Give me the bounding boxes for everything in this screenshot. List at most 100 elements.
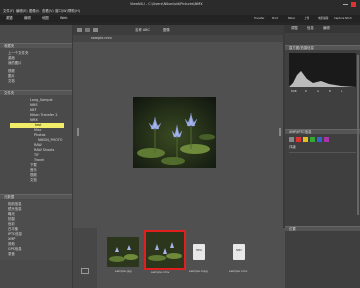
- tree-item[interactable]: RAW: [34, 143, 42, 147]
- metadata-item[interactable]: GPS信息: [8, 247, 22, 251]
- tab-info[interactable]: 信息: [307, 26, 314, 30]
- thumb-label: sample.nmv: [151, 270, 170, 274]
- rating-label: 评级: [289, 145, 296, 149]
- folder-tree: Long_Sample NMS NEF Nikon Transfer 2 NMX…: [0, 96, 72, 196]
- full-view-icon[interactable]: [93, 28, 98, 32]
- tab-web[interactable]: Web: [60, 16, 67, 20]
- library-item[interactable]: 图片: [8, 74, 15, 78]
- menu-edit[interactable]: 编辑(E): [16, 9, 28, 13]
- menu-help[interactable]: 帮助(H): [68, 9, 80, 13]
- library-item[interactable]: 视频: [8, 69, 15, 73]
- label-green-icon[interactable]: [310, 137, 315, 142]
- favorites-header[interactable]: 收藏夹: [0, 43, 72, 48]
- grid-view-icon[interactable]: [77, 28, 82, 32]
- sort-select[interactable]: 名称 ABC: [135, 28, 150, 32]
- metadata-item[interactable]: 白平衡: [8, 227, 18, 231]
- camera-icon[interactable]: [81, 268, 89, 274]
- filmstrip-thumb-selected[interactable]: [144, 230, 186, 270]
- tree-item[interactable]: 文档: [30, 178, 37, 182]
- tree-item[interactable]: Nikon Transfer 2: [30, 113, 58, 117]
- filmstrip-view-icon[interactable]: [85, 28, 90, 32]
- label-purple-icon[interactable]: [324, 137, 329, 142]
- histogram-channel[interactable]: B: [329, 90, 331, 94]
- menu-view[interactable]: 查看(V): [42, 9, 54, 13]
- label-none-icon[interactable]: [289, 137, 294, 142]
- histogram-channel[interactable]: RGB: [291, 90, 297, 94]
- view-select[interactable]: 图像: [163, 28, 170, 32]
- metadata-item[interactable]: 录音: [8, 252, 15, 256]
- right-panel: 调整 信息 编辑 直方图/拍摄信息 RGB R G B L XMP/IPTC信息…: [285, 25, 360, 288]
- xmp-header[interactable]: XMP/IPTC信息: [285, 129, 360, 134]
- favorite-item[interactable]: 我的图片: [8, 61, 22, 65]
- tree-item[interactable]: 音乐: [30, 168, 37, 172]
- histogram-channel[interactable]: L: [341, 90, 342, 94]
- prev-arrow-icon[interactable]: [77, 128, 79, 136]
- thumb-label: sample.jpg: [115, 269, 132, 273]
- nikon-button[interactable]: Nikon: [288, 17, 295, 21]
- label-blue-icon[interactable]: [317, 137, 322, 142]
- favorite-item[interactable]: 桌面: [8, 56, 15, 60]
- left-panel: 收藏夹 上一个文件夹 桌面 我的图片 视频 图片 文档 文件夹 Long_Sam…: [0, 25, 72, 288]
- movie-edit-button[interactable]: 电影编辑: [318, 17, 328, 21]
- filmstrip-thumb[interactable]: [107, 237, 139, 267]
- tree-item[interactable]: Photos: [34, 133, 45, 137]
- thumb-label: sample.nmv: [229, 269, 248, 273]
- menu-image[interactable]: 图像(I): [29, 9, 39, 13]
- tree-item[interactable]: NEF: [30, 108, 37, 112]
- menu-window[interactable]: 窗口(W): [55, 9, 68, 13]
- tree-item[interactable]: RAW Shoots: [34, 148, 54, 152]
- tab-adjust[interactable]: 调整: [291, 26, 298, 30]
- title-bar: ViewNX-i - C:\Users\Nikon\sid\Pictures\N…: [0, 0, 360, 9]
- label-yellow-icon[interactable]: [303, 137, 308, 142]
- metadata-item[interactable]: 色彩: [8, 222, 15, 226]
- favorite-item[interactable]: 上一个文件夹: [8, 51, 28, 55]
- menu-file[interactable]: 文件(F): [3, 9, 14, 13]
- water-lily-thumbnail: [107, 237, 139, 267]
- library-item[interactable]: 文档: [8, 79, 15, 83]
- tree-item[interactable]: TIF: [34, 153, 39, 157]
- metadata-item[interactable]: 曝光: [8, 212, 15, 216]
- preview-image[interactable]: [133, 97, 216, 168]
- next-arrow-icon[interactable]: [279, 128, 281, 136]
- folders-header[interactable]: 文件夹: [0, 90, 72, 95]
- tree-item[interactable]: 下载: [30, 163, 37, 167]
- capture-nx-button[interactable]: Capture NX-D: [334, 17, 352, 21]
- thumb-label: sample.mpg: [189, 269, 208, 273]
- metadata-header[interactable]: 元数据: [0, 194, 72, 199]
- water-lily-thumbnail: [146, 232, 184, 268]
- tree-item[interactable]: NMX: [30, 118, 38, 122]
- filmstrip: sample.jpg sample.nmv MPG sample.mpg NMV…: [73, 228, 285, 288]
- metadata-item[interactable]: 镜头信息: [8, 207, 22, 211]
- right-panel-tabs: 调整 信息 编辑: [285, 25, 360, 33]
- location-header[interactable]: 位置: [285, 226, 360, 231]
- metadata-item[interactable]: 拍摄: [8, 217, 15, 221]
- tab-edit[interactable]: 编辑: [24, 16, 31, 20]
- metadata-item[interactable]: XMP: [8, 237, 15, 241]
- histogram-header[interactable]: 直方图/拍摄信息: [285, 45, 360, 50]
- tree-item[interactable]: NMS: [30, 103, 38, 107]
- upload-button[interactable]: 上传: [304, 17, 309, 21]
- minimize-icon[interactable]: [343, 4, 348, 5]
- tab-map[interactable]: 地图: [42, 16, 49, 20]
- histogram-channel[interactable]: R: [305, 90, 307, 94]
- tree-item[interactable]: Travel: [34, 158, 44, 162]
- right-scrollbar[interactable]: [357, 55, 359, 215]
- histogram-channel[interactable]: G: [317, 90, 319, 94]
- metadata-item[interactable]: IPTC信息: [8, 232, 22, 236]
- metadata-item[interactable]: 相机信息: [8, 202, 22, 206]
- close-icon[interactable]: [351, 2, 356, 7]
- tree-item[interactable]: 视频: [30, 173, 37, 177]
- transfer-button[interactable]: Transfer: [254, 17, 264, 21]
- file-icon[interactable]: MPG: [193, 244, 205, 260]
- file-icon[interactable]: NMV: [233, 244, 245, 260]
- tree-item[interactable]: Long_Sample: [30, 98, 53, 102]
- tree-item[interactable]: NIKON_PHOTO: [38, 138, 62, 142]
- metadata-item[interactable]: 其他: [8, 242, 15, 246]
- tab-browse[interactable]: 浏览: [6, 16, 13, 20]
- tab-edit-panel[interactable]: 编辑: [323, 26, 330, 30]
- print-button[interactable]: Print: [272, 17, 278, 21]
- metadata-list: 相机信息 镜头信息 曝光 拍摄 色彩 白平衡 IPTC信息 XMP 其他 GPS…: [0, 200, 72, 260]
- tree-item[interactable]: Misc: [34, 128, 42, 132]
- label-color-row: [289, 137, 356, 143]
- label-red-icon[interactable]: [296, 137, 301, 142]
